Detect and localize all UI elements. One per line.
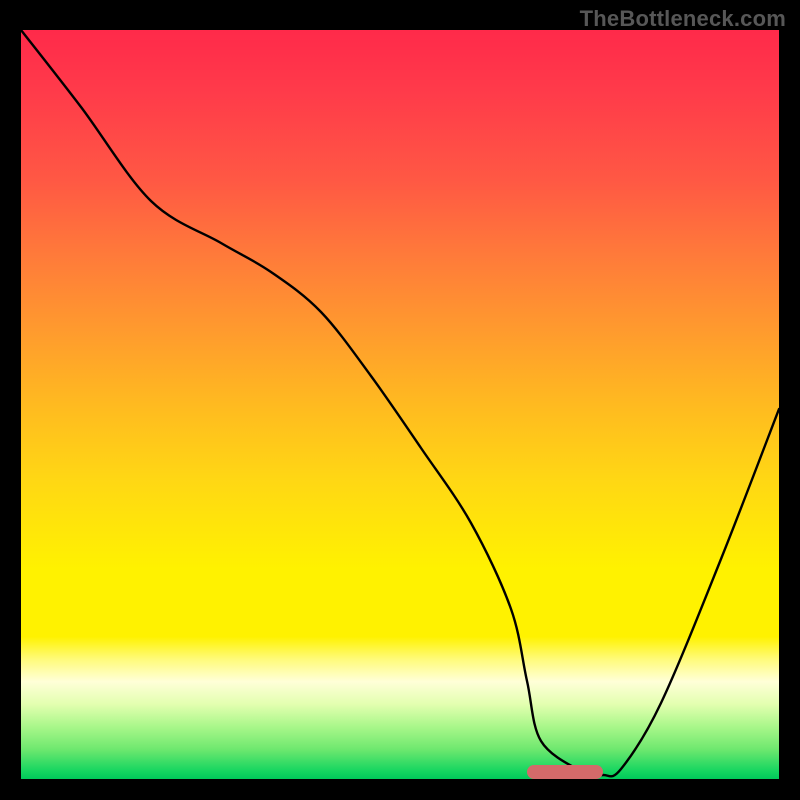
watermark-text: TheBottleneck.com: [580, 6, 786, 32]
curve-path: [21, 30, 779, 776]
plot-area: [21, 30, 779, 779]
chart-frame: TheBottleneck.com: [0, 0, 800, 800]
bottleneck-curve: [21, 30, 779, 779]
optimal-range-marker: [527, 765, 603, 779]
